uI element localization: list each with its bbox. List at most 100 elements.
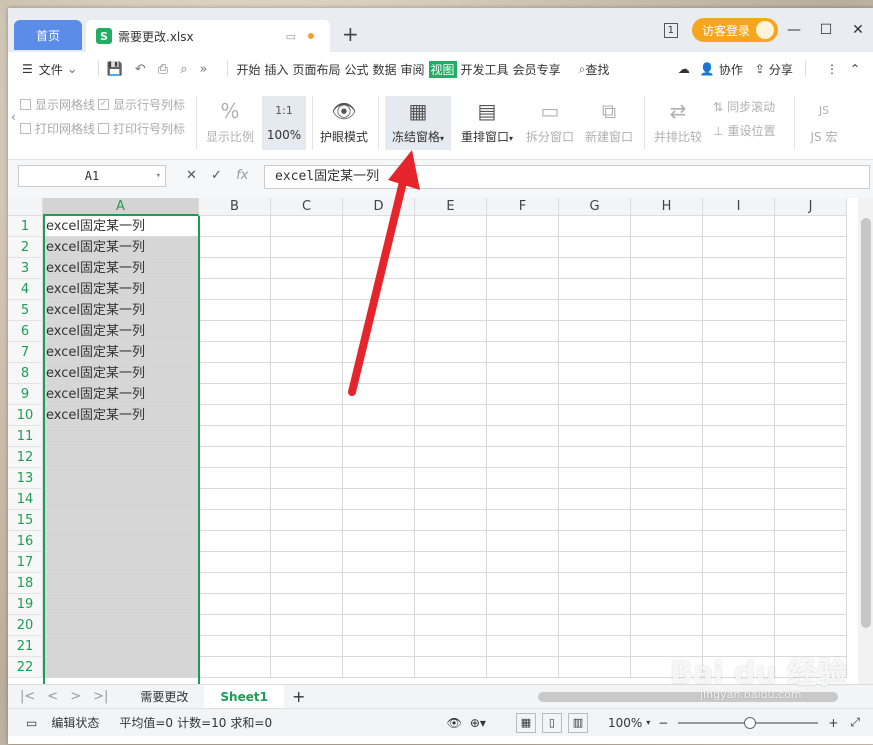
tab-page-layout[interactable]: 页面布局 [292, 61, 340, 78]
maximize-icon[interactable]: ☐ [810, 22, 842, 38]
cell-e13[interactable] [415, 468, 487, 489]
cell-c1[interactable] [271, 216, 343, 237]
cell-f20[interactable] [487, 615, 559, 636]
sync-scroll-button[interactable]: ⇅ 同步滚动 [713, 98, 775, 115]
cell-i4[interactable] [703, 279, 775, 300]
more-icon[interactable]: » [199, 62, 207, 77]
chevron-down-icon[interactable]: ▾ [156, 166, 161, 186]
cell-e15[interactable] [415, 510, 487, 531]
row-header[interactable]: 7 [8, 342, 43, 363]
cell-d7[interactable] [343, 342, 415, 363]
cell-a4[interactable]: excel固定某一列 [43, 279, 199, 300]
cell-i18[interactable] [703, 573, 775, 594]
show-headers-checkbox[interactable]: ✓ 显示行号列标 [98, 96, 185, 113]
cell-b4[interactable] [199, 279, 271, 300]
cell-j7[interactable] [775, 342, 847, 363]
cell-f5[interactable] [487, 300, 559, 321]
cell-f21[interactable] [487, 636, 559, 657]
cell-j11[interactable] [775, 426, 847, 447]
cell-h1[interactable] [631, 216, 703, 237]
cell-h12[interactable] [631, 447, 703, 468]
column-header-c[interactable]: C [271, 198, 343, 216]
cell-c5[interactable] [271, 300, 343, 321]
cell-i15[interactable] [703, 510, 775, 531]
cell-g4[interactable] [559, 279, 631, 300]
cell-g19[interactable] [559, 594, 631, 615]
cell-f1[interactable] [487, 216, 559, 237]
cell-e1[interactable] [415, 216, 487, 237]
zoom-slider[interactable] [678, 716, 819, 729]
cell-b15[interactable] [199, 510, 271, 531]
collapse-ribbon-icon[interactable]: ⌃ [850, 62, 860, 76]
cell-c19[interactable] [271, 594, 343, 615]
cell-g10[interactable] [559, 405, 631, 426]
page-layout-view-icon[interactable]: ▯ [541, 712, 562, 733]
cell-g8[interactable] [559, 363, 631, 384]
cell-g7[interactable] [559, 342, 631, 363]
cell-i9[interactable] [703, 384, 775, 405]
name-box[interactable]: A1 ▾ [18, 165, 166, 187]
row-header[interactable]: 2 [8, 237, 43, 258]
cell-d3[interactable] [343, 258, 415, 279]
zoom-slider-knob[interactable] [744, 716, 757, 729]
cell-j16[interactable] [775, 531, 847, 552]
tab-member[interactable]: 会员专享 [513, 61, 561, 78]
cell-i10[interactable] [703, 405, 775, 426]
cell-a18[interactable] [43, 573, 199, 594]
column-header-d[interactable]: D [343, 198, 415, 216]
cell-d18[interactable] [343, 573, 415, 594]
cell-i19[interactable] [703, 594, 775, 615]
cell-f2[interactable] [487, 237, 559, 258]
cell-f3[interactable] [487, 258, 559, 279]
cell-d5[interactable] [343, 300, 415, 321]
cell-e21[interactable] [415, 636, 487, 657]
cell-b17[interactable] [199, 552, 271, 573]
cell-d9[interactable] [343, 384, 415, 405]
cell-d11[interactable] [343, 426, 415, 447]
row-header[interactable]: 10 [8, 405, 43, 426]
cell-d8[interactable] [343, 363, 415, 384]
cell-a6[interactable]: excel固定某一列 [43, 321, 199, 342]
cell-b22[interactable] [199, 657, 271, 678]
cell-b16[interactable] [199, 531, 271, 552]
row-header[interactable]: 6 [8, 321, 43, 342]
row-header[interactable]: 12 [8, 447, 43, 468]
cell-b6[interactable] [199, 321, 271, 342]
sheet-tab-2[interactable]: Sheet1 [204, 684, 284, 709]
cell-g3[interactable] [559, 258, 631, 279]
row-header[interactable]: 18 [8, 573, 43, 594]
cell-j18[interactable] [775, 573, 847, 594]
vertical-scrollbar[interactable] [858, 198, 873, 684]
window-layout-icon[interactable]: 1 [663, 22, 678, 38]
cell-e3[interactable] [415, 258, 487, 279]
zoom-100-button[interactable]: 1:1 100% [262, 96, 306, 150]
cell-i14[interactable] [703, 489, 775, 510]
cell-f17[interactable] [487, 552, 559, 573]
cell-i17[interactable] [703, 552, 775, 573]
cell-c14[interactable] [271, 489, 343, 510]
cell-g21[interactable] [559, 636, 631, 657]
cell-c7[interactable] [271, 342, 343, 363]
cell-j9[interactable] [775, 384, 847, 405]
cell-b14[interactable] [199, 489, 271, 510]
cell-j4[interactable] [775, 279, 847, 300]
cell-e6[interactable] [415, 321, 487, 342]
save-icon[interactable]: 💾 [107, 62, 123, 77]
cell-f9[interactable] [487, 384, 559, 405]
cell-g6[interactable] [559, 321, 631, 342]
cell-g15[interactable] [559, 510, 631, 531]
cell-d12[interactable] [343, 447, 415, 468]
cell-h13[interactable] [631, 468, 703, 489]
cell-j5[interactable] [775, 300, 847, 321]
cell-h7[interactable] [631, 342, 703, 363]
cell-g18[interactable] [559, 573, 631, 594]
cell-d1[interactable] [343, 216, 415, 237]
cell-i3[interactable] [703, 258, 775, 279]
share-button[interactable]: 分享 [769, 61, 793, 78]
cell-c18[interactable] [271, 573, 343, 594]
cell-a20[interactable] [43, 615, 199, 636]
cell-d17[interactable] [343, 552, 415, 573]
reset-position-button[interactable]: ⊥ 重设位置 [713, 122, 775, 139]
cell-d6[interactable] [343, 321, 415, 342]
cell-g14[interactable] [559, 489, 631, 510]
